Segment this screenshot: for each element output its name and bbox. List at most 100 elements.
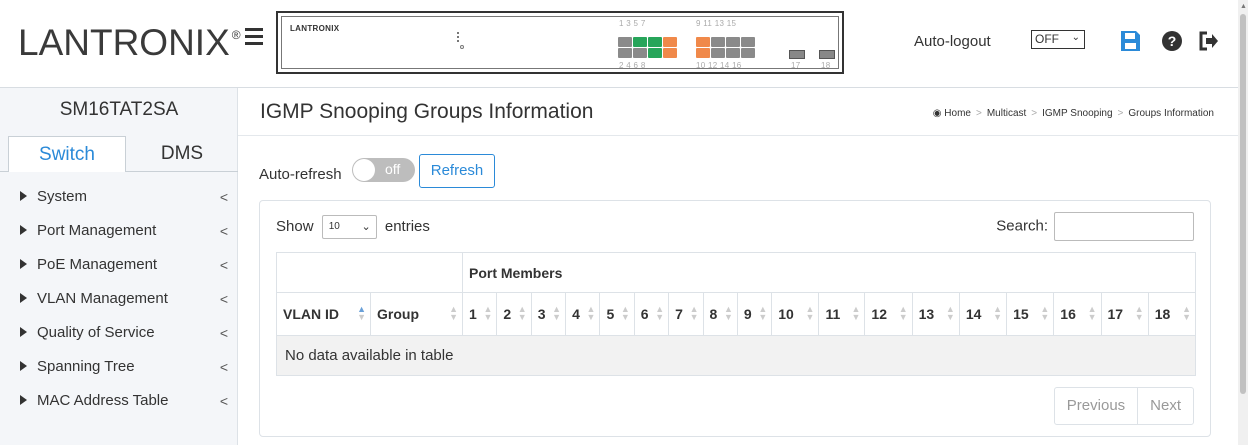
- breadcrumb: ◉ Home > Multicast > IGMP Snooping > Groups In…: [932, 108, 1214, 119]
- column-port-2[interactable]: 2 ▲ ▼: [496, 292, 532, 336]
- svg-text:?: ?: [1168, 33, 1177, 49]
- column-port-10[interactable]: 10 ▲ ▼: [771, 292, 820, 336]
- breadcrumb-multicast[interactable]: Multicast: [987, 108, 1026, 119]
- port-10[interactable]: [696, 48, 710, 58]
- breadcrumb-home[interactable]: Home: [944, 108, 971, 119]
- port-12[interactable]: [711, 48, 725, 58]
- ports-9-15: [696, 37, 755, 47]
- port-numbers-bottom-a: 2 4 6 8: [619, 61, 646, 70]
- scrollbar-thumb[interactable]: [1240, 14, 1246, 394]
- column-port-6[interactable]: 6 ▲ ▼: [633, 292, 670, 336]
- tab-switch[interactable]: Switch: [8, 136, 126, 172]
- column-port-9[interactable]: 9 ▲ ▼: [736, 292, 773, 336]
- caret-right-icon: [20, 327, 27, 337]
- auto-logout-label: Auto-logout: [914, 33, 991, 50]
- column-label: 9: [743, 306, 752, 322]
- lantronix-logo[interactable]: LANTRONIX ®: [18, 22, 241, 64]
- column-label: Group: [377, 306, 419, 322]
- sidebar-item-label: Port Management: [37, 222, 157, 239]
- column-label: 8: [709, 306, 718, 322]
- chevron-left-icon: <: [219, 189, 228, 205]
- sidebar-item-system[interactable]: System <: [0, 180, 238, 214]
- column-label: 4: [572, 306, 580, 322]
- chevron-left-icon: <: [219, 291, 228, 307]
- sfp-port-18[interactable]: [819, 50, 835, 59]
- sort-icon: ▲ ▼: [1134, 304, 1144, 322]
- port-13[interactable]: [726, 37, 740, 47]
- logout-icon[interactable]: [1197, 30, 1219, 52]
- scroll-up-icon[interactable]: ▲: [1240, 3, 1247, 10]
- column-port-1[interactable]: 1 ▲ ▼: [461, 292, 498, 336]
- refresh-button[interactable]: Refresh: [419, 154, 495, 188]
- caret-right-icon: [20, 259, 27, 269]
- switch-port-panel: LANTRONIX 1 3 5 7 9 11 13 15 2 4 6 8 10 …: [276, 11, 844, 74]
- column-port-14[interactable]: 14 ▲ ▼: [958, 292, 1008, 336]
- column-port-3[interactable]: 3 ▲ ▼: [530, 292, 567, 336]
- sort-icon: ▲ ▼: [758, 304, 768, 322]
- column-port-7[interactable]: 7 ▲ ▼: [668, 292, 704, 336]
- entries-select[interactable]: 10 ⌄: [321, 215, 377, 239]
- column-port-11[interactable]: 11 ▲ ▼: [818, 292, 866, 336]
- sfp-port-17[interactable]: [789, 50, 805, 59]
- port-8[interactable]: [663, 48, 677, 58]
- chevron-down-icon: ⌄: [361, 221, 371, 233]
- port-3[interactable]: [633, 37, 647, 47]
- column-port-13[interactable]: 13 ▲ ▼: [911, 292, 960, 336]
- caret-right-icon: [20, 225, 27, 235]
- page-scrollbar[interactable]: ▲: [1238, 0, 1248, 445]
- column-port-8[interactable]: 8 ▲ ▼: [702, 292, 738, 336]
- port-5[interactable]: [648, 37, 662, 47]
- sidebar-item-vlan-management[interactable]: VLAN Management <: [0, 282, 238, 316]
- column-port-4[interactable]: 4 ▲ ▼: [565, 292, 601, 336]
- sidebar-item-port-management[interactable]: Port Management <: [0, 214, 238, 248]
- column-port-12[interactable]: 12 ▲ ▼: [864, 292, 913, 336]
- menu-toggle-icon[interactable]: [245, 28, 263, 46]
- breadcrumb-igmp-snooping[interactable]: IGMP Snooping: [1042, 108, 1112, 119]
- port-6[interactable]: [648, 48, 662, 58]
- column-label: VLAN ID: [283, 306, 339, 322]
- sidebar-item-mac-address-table[interactable]: MAC Address Table <: [0, 384, 238, 418]
- sidebar-item-label: System: [37, 188, 88, 205]
- auto-refresh-toggle[interactable]: off: [352, 158, 415, 182]
- search-input[interactable]: [1054, 212, 1194, 241]
- sidebar-item-poe-management[interactable]: PoE Management <: [0, 248, 238, 282]
- help-icon[interactable]: ?: [1161, 30, 1183, 52]
- port-numbers-bottom-b: 10 12 14 16: [696, 61, 742, 70]
- port-14[interactable]: [726, 48, 740, 58]
- save-icon[interactable]: [1119, 30, 1141, 52]
- chevron-left-icon: <: [219, 223, 228, 239]
- groups-table: Port Members VLAN ID ▲ ▼ Group ▲ ▼ 1 ▲ ▼ 2 ▲ ▼ 3…: [276, 252, 1197, 376]
- column-vlan-id[interactable]: VLAN ID ▲ ▼: [276, 292, 371, 336]
- column-port-17[interactable]: 17 ▲ ▼: [1100, 292, 1149, 336]
- sidebar-item-spanning-tree[interactable]: Spanning Tree <: [0, 350, 238, 384]
- port-16[interactable]: [741, 48, 755, 58]
- column-label: 6: [640, 306, 649, 322]
- column-port-18[interactable]: 18 ▲ ▼: [1147, 292, 1197, 336]
- port-9[interactable]: [696, 37, 710, 47]
- sidebar-item-label: Quality of Service: [37, 324, 155, 341]
- column-label: 1: [469, 306, 477, 322]
- column-port-16[interactable]: 16 ▲ ▼: [1053, 292, 1102, 336]
- port-2[interactable]: [618, 48, 632, 58]
- caret-right-icon: [20, 395, 27, 405]
- sidebar-item-quality-of-service[interactable]: Quality of Service <: [0, 316, 238, 350]
- column-port-5[interactable]: 5 ▲ ▼: [599, 292, 635, 336]
- port-4[interactable]: [633, 48, 647, 58]
- groups-table-card: Show 10 ⌄ entries Search: Port Members VL…: [259, 200, 1211, 437]
- tab-dms[interactable]: DMS: [126, 136, 238, 172]
- column-port-15[interactable]: 15 ▲ ▼: [1006, 292, 1055, 336]
- auto-logout-select[interactable]: OFF ⌄: [1031, 30, 1085, 49]
- next-button[interactable]: Next: [1137, 388, 1193, 424]
- port-15[interactable]: [741, 37, 755, 47]
- column-label: 7: [675, 306, 683, 322]
- caret-right-icon: [20, 293, 27, 303]
- chevron-left-icon: <: [219, 325, 228, 341]
- port-1[interactable]: [618, 37, 632, 47]
- previous-button[interactable]: Previous: [1055, 388, 1137, 424]
- table-search: Search:: [996, 212, 1194, 241]
- chevron-left-icon: <: [219, 393, 228, 409]
- sidebar: SM16TAT2SA Switch DMS System < Port Manag…: [0, 88, 238, 445]
- port-11[interactable]: [711, 37, 725, 47]
- column-group[interactable]: Group ▲ ▼: [370, 292, 463, 336]
- port-7[interactable]: [663, 37, 677, 47]
